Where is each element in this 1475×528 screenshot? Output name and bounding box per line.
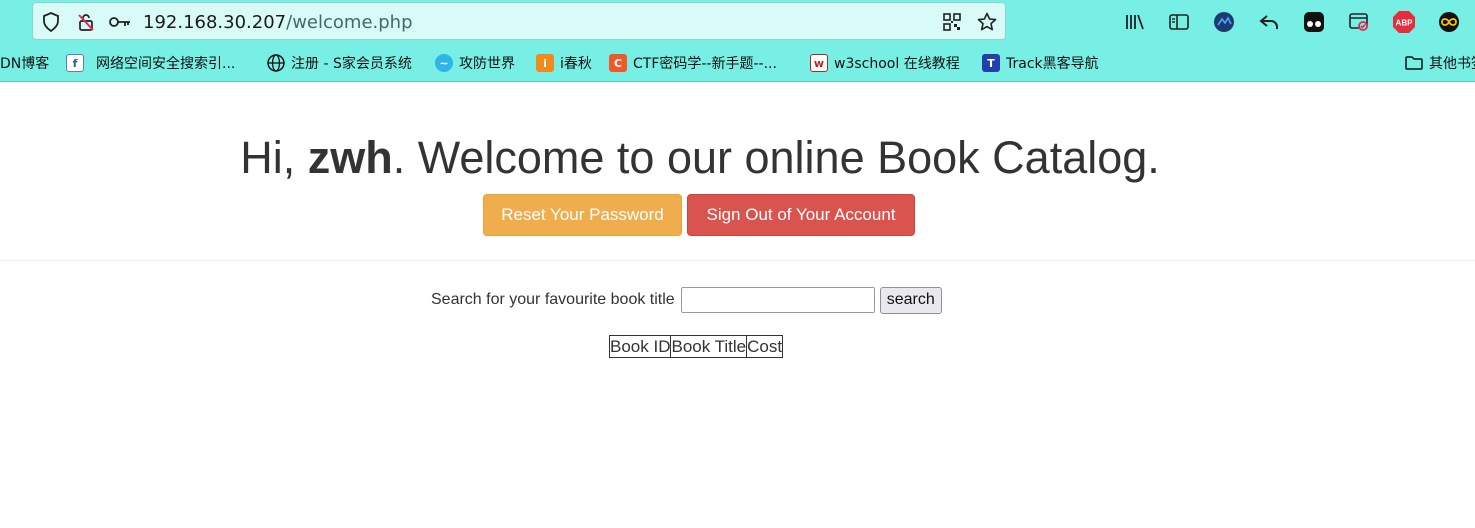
ichunqiu-favicon: i	[536, 54, 554, 72]
column-header-cost: Cost	[746, 335, 784, 358]
other-bookmarks[interactable]: 其他书签	[1405, 52, 1475, 74]
ctf-favicon: C	[609, 54, 627, 72]
url-bar[interactable]: 192.168.30.207/welcome.php	[32, 2, 1006, 40]
table-header-row: Book ID Book Title Cost	[608, 335, 784, 358]
bookmark-item[interactable]: w w3school 在线教程	[810, 52, 960, 74]
bookmark-label: 其他书签	[1429, 56, 1475, 72]
sidebar-icon[interactable]	[1166, 9, 1192, 35]
library-icon[interactable]	[1122, 9, 1148, 35]
track-favicon: T	[982, 54, 1000, 72]
search-form: Search for your favourite book title sea…	[431, 286, 942, 314]
adblock-plus-icon[interactable]: ABP	[1391, 9, 1417, 35]
qr-code-icon[interactable]	[941, 11, 963, 33]
url-text[interactable]: 192.168.30.207/welcome.php	[143, 12, 413, 33]
browser-toolbar: 192.168.30.207/welcome.php ABP	[0, 0, 1475, 44]
username: zwh	[307, 132, 393, 183]
books-table: Book ID Book Title Cost	[608, 335, 784, 358]
shield-icon[interactable]	[40, 11, 62, 33]
bookmark-label: Track黑客导航	[1006, 56, 1099, 72]
search-button[interactable]: search	[879, 286, 942, 314]
page-content: Hi, zwh. Welcome to our online Book Cata…	[0, 82, 1475, 528]
bookmark-label: 攻防世界	[459, 56, 515, 72]
attack-defense-favicon: ~	[435, 54, 453, 72]
reset-password-button[interactable]: Reset Your Password	[483, 194, 682, 236]
bookmarks-bar: DN博客 f 网络空间安全搜索引... 注册 - S家会员系统 ~ 攻防世界 i…	[0, 44, 1475, 82]
greeting-suffix: . Welcome to our online Book Catalog.	[392, 132, 1160, 183]
key-icon[interactable]	[109, 11, 131, 33]
bookmark-label: 注册 - S家会员系统	[291, 56, 412, 72]
bookmark-label: w3school 在线教程	[834, 56, 960, 72]
tampermonkey-icon[interactable]	[1301, 9, 1327, 35]
url-path: /welcome.php	[286, 12, 413, 33]
insecure-lock-icon[interactable]	[75, 11, 97, 33]
w3school-favicon: w	[810, 54, 828, 72]
bookmark-label: i春秋	[560, 56, 592, 72]
bookmark-label: DN博客	[0, 56, 50, 72]
adblock-label: ABP	[1396, 19, 1414, 28]
bookmark-star-icon[interactable]	[976, 11, 998, 33]
extension-globe-icon[interactable]	[1211, 9, 1237, 35]
screenshot-icon[interactable]	[1346, 9, 1372, 35]
greeting-prefix: Hi,	[240, 132, 308, 183]
bookmark-item[interactable]: ~ 攻防世界	[435, 52, 515, 74]
search-label: Search for your favourite book title	[431, 291, 675, 308]
divider	[0, 260, 1475, 261]
bookmark-item[interactable]: 注册 - S家会员系统	[267, 52, 412, 74]
search-engine-favicon: f	[66, 54, 84, 72]
column-header-book-title: Book Title	[670, 335, 748, 358]
column-header-book-id: Book ID	[608, 335, 672, 358]
bookmark-label: CTF密码学--新手题--...	[633, 56, 777, 72]
bookmark-item[interactable]: i i春秋	[536, 52, 592, 74]
bookmark-item[interactable]: DN博客	[0, 52, 49, 74]
bookmark-label: 网络空间安全搜索引...	[96, 56, 236, 72]
page-title: Hi, zwh. Welcome to our online Book Cata…	[0, 132, 1400, 184]
infinity-extension-icon[interactable]	[1436, 9, 1462, 35]
folder-icon	[1405, 54, 1423, 72]
bookmark-item[interactable]: C CTF密码学--新手题--...	[609, 52, 777, 74]
back-arrow-icon[interactable]	[1256, 9, 1282, 35]
search-input[interactable]	[680, 287, 875, 313]
sign-out-button[interactable]: Sign Out of Your Account	[687, 194, 915, 236]
bookmark-item[interactable]: f 网络空间安全搜索引...	[66, 52, 235, 74]
url-host: 192.168.30.207	[143, 12, 287, 33]
bookmark-item[interactable]: T Track黑客导航	[982, 52, 1099, 74]
globe-icon	[267, 54, 285, 72]
